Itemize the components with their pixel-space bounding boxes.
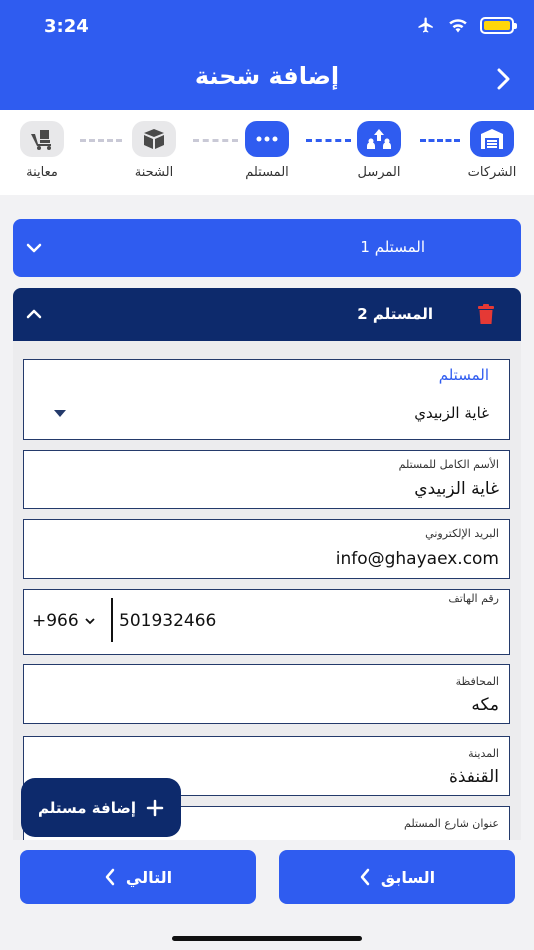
- governorate-field[interactable]: المحافظة مكه: [23, 664, 510, 724]
- chevron-left-icon: [105, 868, 115, 886]
- add-recipient-label: إضافة مستلم: [38, 798, 136, 817]
- step-label: المستلم: [245, 165, 289, 180]
- step-shipment[interactable]: الشحنة: [114, 121, 194, 180]
- chevron-right-icon: [497, 68, 510, 90]
- field-label: الأسم الكامل للمستلم: [398, 458, 499, 471]
- step-preview[interactable]: معاينة: [2, 121, 82, 180]
- plus-icon: [146, 799, 164, 816]
- airplane-icon: [418, 17, 433, 33]
- chevron-down-icon: [85, 618, 95, 625]
- previous-button[interactable]: السابق: [279, 850, 515, 904]
- field-label: عنوان شارع المستلم: [404, 817, 499, 830]
- step-recipient[interactable]: المستلم: [227, 121, 307, 180]
- progress-stepper: الشركات المرسل المستلم الشحنة معاينة: [0, 110, 534, 195]
- delivery-icon: [31, 130, 51, 150]
- next-button[interactable]: التالي: [20, 850, 256, 904]
- next-label: التالي: [125, 867, 173, 887]
- step-companies[interactable]: الشركات: [452, 121, 532, 180]
- step-label: الشركات: [467, 165, 517, 180]
- phone-field[interactable]: رقم الهاتف +966 501932466: [23, 589, 510, 655]
- trash-icon[interactable]: [477, 304, 495, 324]
- page-title: إضافة شحنة: [194, 62, 340, 90]
- field-value: info@ghayaex.com: [335, 549, 499, 569]
- country-code-select[interactable]: +966: [32, 611, 96, 631]
- recipient-1-accordion[interactable]: المستلم 1: [13, 219, 521, 277]
- field-label: البريد الإلكتروني: [425, 527, 499, 540]
- upload-people-icon: [367, 129, 391, 149]
- garage-icon: [481, 129, 503, 149]
- previous-label: السابق: [380, 867, 436, 887]
- field-value: غاية الزبيدي: [414, 404, 489, 422]
- status-icons: [416, 16, 517, 34]
- add-recipient-button[interactable]: إضافة مستلم: [21, 778, 181, 837]
- phone-number: 501932466: [119, 611, 217, 631]
- full-name-field[interactable]: الأسم الكامل للمستلم غاية الزبيدي: [23, 450, 510, 509]
- field-value: مكه: [471, 695, 499, 715]
- more-dots-icon: [256, 136, 278, 142]
- footer-bar: التالي السابق: [0, 840, 534, 950]
- chevron-up-icon: [26, 309, 42, 319]
- recipient-select[interactable]: المستلم غاية الزبيدي: [23, 359, 510, 440]
- status-time: 3:24: [44, 16, 89, 37]
- box-icon: [144, 129, 164, 149]
- field-value: غاية الزبيدي: [414, 479, 499, 499]
- field-label: المدينة: [468, 747, 499, 760]
- back-button[interactable]: [492, 64, 516, 94]
- home-indicator: [172, 936, 362, 941]
- field-label: رقم الهاتف: [448, 592, 499, 605]
- recipient-2-accordion[interactable]: المستلم 2: [13, 288, 521, 341]
- chevron-left-icon: [360, 868, 370, 886]
- phone-divider: [111, 598, 113, 642]
- accordion-title: المستلم 1: [360, 238, 425, 256]
- field-label: المحافظة: [455, 675, 499, 688]
- field-value: القنفذة: [448, 767, 499, 787]
- step-sender[interactable]: المرسل: [339, 121, 419, 180]
- battery-icon: [480, 16, 517, 34]
- field-label: المستلم: [438, 366, 489, 384]
- step-label: معاينة: [26, 165, 58, 180]
- step-label: المرسل: [357, 165, 401, 180]
- wifi-icon: [449, 19, 467, 33]
- email-field[interactable]: البريد الإلكتروني info@ghayaex.com: [23, 519, 510, 579]
- step-label: الشحنة: [134, 165, 174, 180]
- app-header: 3:24 إضافة شحنة: [0, 0, 534, 110]
- chevron-down-icon: [26, 243, 42, 253]
- country-code: +966: [32, 611, 79, 631]
- accordion-title: المستلم 2: [357, 305, 433, 323]
- caret-down-icon: [54, 410, 66, 417]
